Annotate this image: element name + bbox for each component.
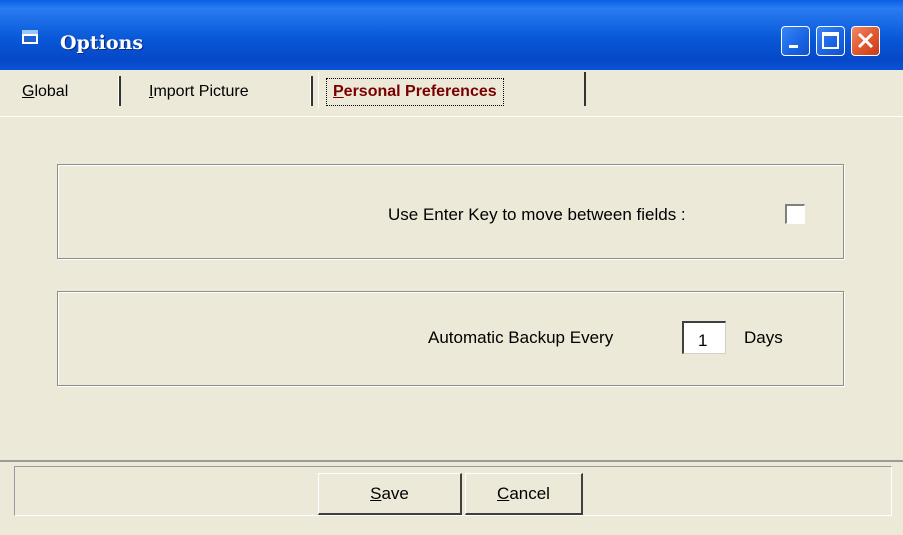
title-bar[interactable]: Options bbox=[0, 0, 903, 70]
tab-separator bbox=[310, 76, 313, 106]
save-button[interactable]: Save bbox=[318, 473, 462, 515]
tab-global[interactable]: Global bbox=[22, 78, 68, 106]
backup-label: Automatic Backup Every bbox=[428, 328, 614, 347]
tab-personal-label: ersonal Preferences bbox=[343, 83, 497, 100]
options-window: Options Global Import Picture Personal P… bbox=[0, 0, 903, 535]
save-button-label: ave bbox=[381, 484, 409, 503]
enter-key-checkbox[interactable] bbox=[785, 204, 805, 224]
tab-separator bbox=[318, 72, 321, 108]
window-icon bbox=[22, 30, 38, 44]
save-button-mnemonic: S bbox=[370, 484, 382, 503]
minimize-icon bbox=[789, 45, 798, 48]
tab-strip: Global Import Picture Personal Preferenc… bbox=[0, 70, 903, 116]
maximize-icon bbox=[822, 32, 839, 49]
close-icon bbox=[857, 32, 874, 49]
maximize-button[interactable] bbox=[816, 26, 845, 56]
cancel-button[interactable]: Cancel bbox=[465, 473, 583, 515]
enter-key-label: Use Enter Key to move between fields : bbox=[388, 205, 686, 224]
tab-personal-preferences[interactable]: Personal Preferences bbox=[326, 78, 504, 106]
tab-separator bbox=[582, 72, 586, 106]
tab-import-label: mport Picture bbox=[153, 83, 249, 100]
tab-personal-mnemonic: P bbox=[333, 83, 344, 100]
window-title: Options bbox=[60, 32, 144, 54]
tab-global-label: lobal bbox=[34, 83, 69, 100]
tab-global-mnemonic: G bbox=[22, 83, 35, 100]
tab-separator bbox=[118, 76, 121, 106]
backup-days-input[interactable] bbox=[682, 321, 726, 354]
minimize-button[interactable] bbox=[781, 26, 810, 56]
backup-unit-label: Days bbox=[744, 328, 783, 347]
tab-import-picture[interactable]: Import Picture bbox=[149, 78, 249, 106]
cancel-button-mnemonic: C bbox=[497, 484, 510, 503]
close-button[interactable] bbox=[851, 26, 880, 56]
cancel-button-label: ancel bbox=[509, 484, 550, 503]
